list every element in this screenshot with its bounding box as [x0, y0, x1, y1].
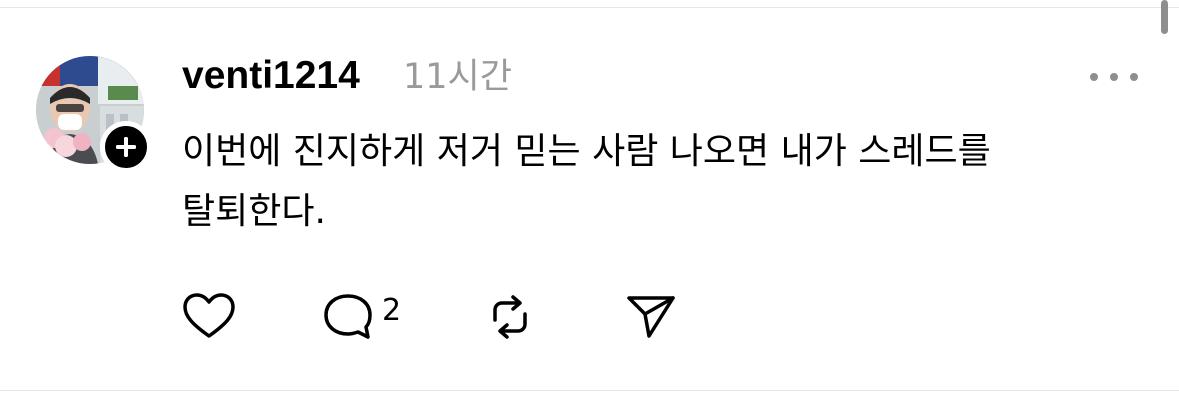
- top-divider: [0, 0, 1179, 8]
- repost-button[interactable]: [485, 292, 535, 342]
- thread-post-card: venti1214 11시간 이번에 진지하게 저거 믿는 사람 나오면 내가 …: [0, 0, 1179, 417]
- more-options-button[interactable]: [1090, 62, 1138, 92]
- share-button[interactable]: [625, 292, 677, 342]
- reply-button[interactable]: 2: [322, 292, 401, 342]
- send-icon: [627, 296, 675, 338]
- next-post-area: [0, 391, 1179, 417]
- username-link[interactable]: venti1214: [182, 52, 360, 100]
- repost-icon: [493, 295, 527, 339]
- post-text: 이번에 진지하게 저거 믿는 사람 나오면 내가 스레드를 탈퇴한다.: [182, 131, 991, 232]
- more-dot: [1110, 73, 1118, 81]
- follow-button[interactable]: [100, 121, 152, 173]
- like-button[interactable]: [182, 292, 236, 342]
- more-horizontal-icon: [1090, 73, 1098, 81]
- plus-icon: [116, 137, 136, 157]
- reply-count: 2: [382, 292, 402, 328]
- heart-icon: [183, 293, 235, 338]
- post-timestamp: 11시간: [403, 57, 512, 97]
- scrollbar[interactable]: [1161, 0, 1168, 34]
- speech-bubble-icon: [324, 294, 372, 339]
- more-dot: [1130, 73, 1138, 81]
